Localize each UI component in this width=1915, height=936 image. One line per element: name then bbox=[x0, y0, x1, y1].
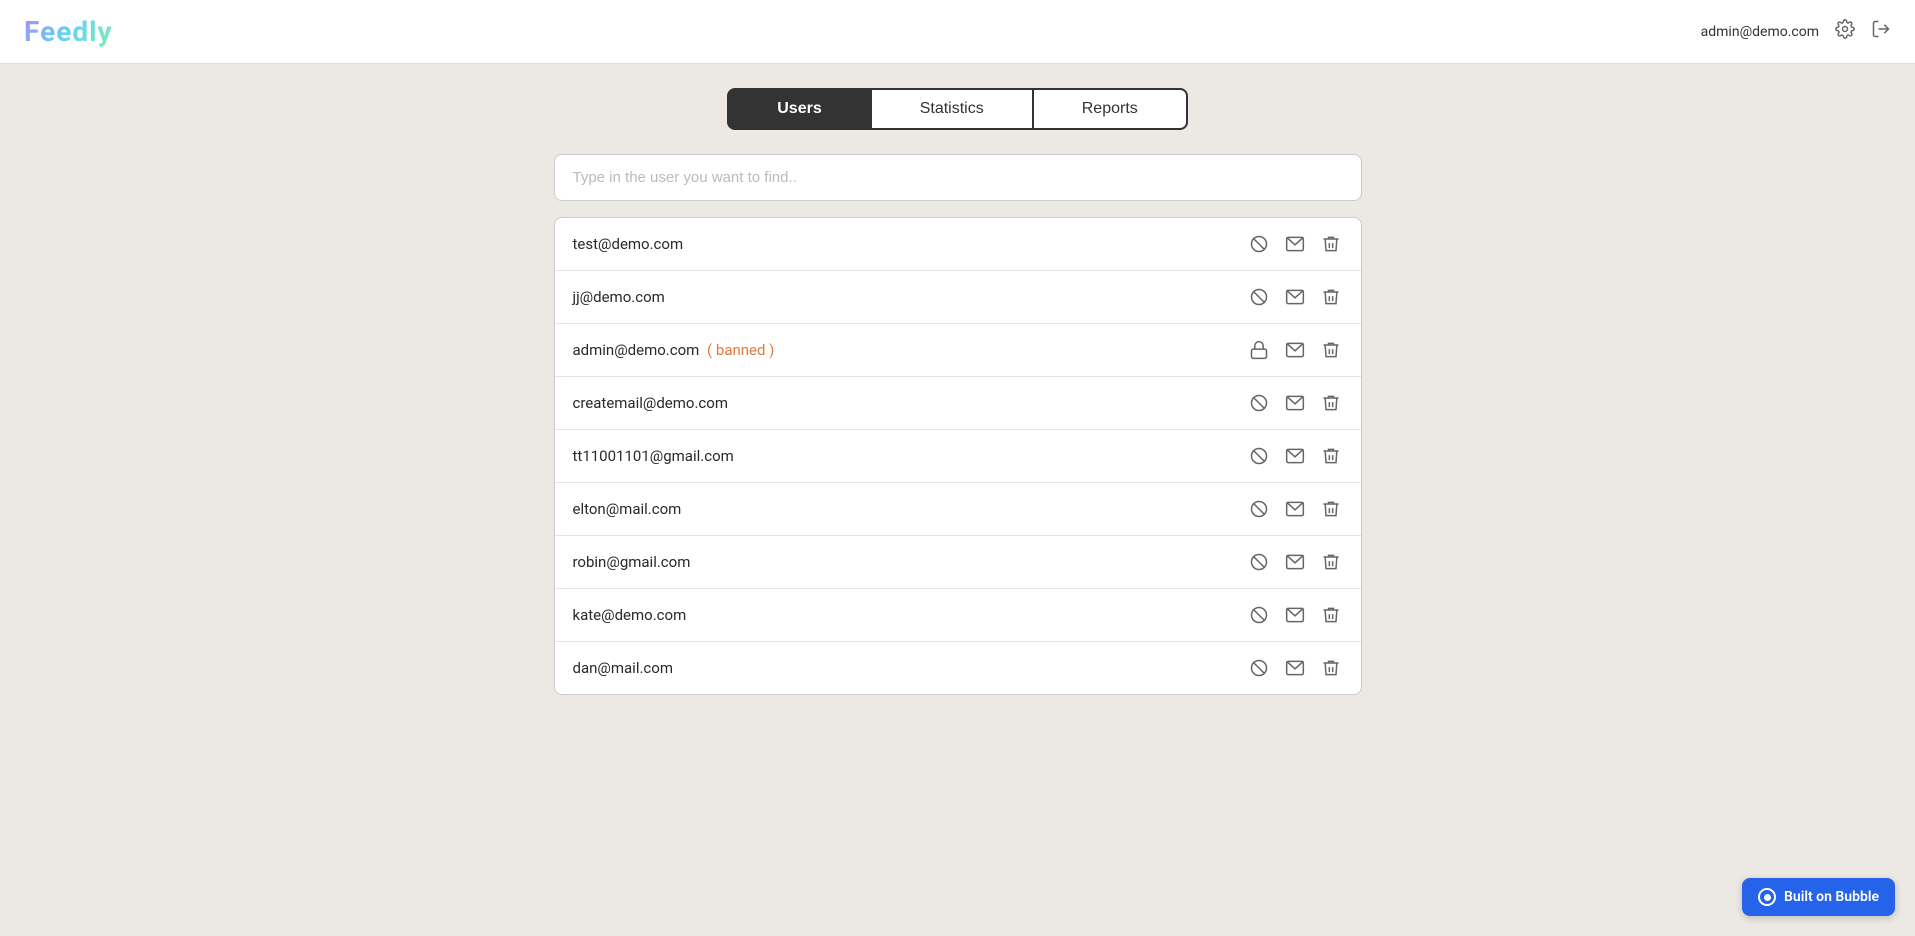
delete-icon[interactable] bbox=[1319, 550, 1343, 574]
email-icon[interactable] bbox=[1283, 285, 1307, 309]
delete-icon[interactable] bbox=[1319, 285, 1343, 309]
table-row: createmail@demo.com bbox=[555, 377, 1361, 430]
email-icon[interactable] bbox=[1283, 603, 1307, 627]
table-row: kate@demo.com bbox=[555, 589, 1361, 642]
email-icon[interactable] bbox=[1283, 338, 1307, 362]
app-logo: Feedly bbox=[24, 15, 113, 48]
delete-icon[interactable] bbox=[1319, 656, 1343, 680]
tab-reports[interactable]: Reports bbox=[1034, 88, 1188, 130]
email-icon[interactable] bbox=[1283, 656, 1307, 680]
banned-label: ( banned ) bbox=[707, 341, 774, 359]
delete-icon[interactable] bbox=[1319, 391, 1343, 415]
delete-icon[interactable] bbox=[1319, 497, 1343, 521]
tab-users[interactable]: Users bbox=[727, 88, 871, 130]
settings-icon[interactable] bbox=[1835, 19, 1855, 45]
logout-icon[interactable] bbox=[1871, 19, 1891, 45]
ban-icon[interactable] bbox=[1247, 497, 1271, 521]
bubble-dot bbox=[1764, 894, 1771, 901]
header: Feedly admin@demo.com bbox=[0, 0, 1915, 64]
search-input[interactable] bbox=[555, 155, 1361, 200]
ban-icon[interactable] bbox=[1247, 285, 1271, 309]
user-actions bbox=[1247, 444, 1343, 468]
user-email: robin@gmail.com bbox=[573, 553, 691, 571]
email-icon[interactable] bbox=[1283, 444, 1307, 468]
bubble-badge-label: Built on Bubble bbox=[1784, 889, 1879, 905]
tab-statistics[interactable]: Statistics bbox=[872, 88, 1034, 130]
user-actions bbox=[1247, 497, 1343, 521]
user-email: createmail@demo.com bbox=[573, 394, 729, 412]
ban-icon[interactable] bbox=[1247, 391, 1271, 415]
ban-icon[interactable] bbox=[1247, 603, 1271, 627]
email-icon[interactable] bbox=[1283, 550, 1307, 574]
table-row: tt11001101@gmail.com bbox=[555, 430, 1361, 483]
nav-tabs: Users Statistics Reports bbox=[0, 88, 1915, 130]
user-email: jj@demo.com bbox=[573, 288, 665, 306]
lock-icon[interactable] bbox=[1247, 338, 1271, 362]
ban-icon[interactable] bbox=[1247, 656, 1271, 680]
user-actions bbox=[1247, 656, 1343, 680]
table-row: jj@demo.com bbox=[555, 271, 1361, 324]
ban-icon[interactable] bbox=[1247, 232, 1271, 256]
table-row: admin@demo.com ( banned ) bbox=[555, 324, 1361, 377]
user-actions bbox=[1247, 338, 1343, 362]
user-list: test@demo.com jj@demo.com bbox=[554, 217, 1362, 695]
user-email: admin@demo.com ( banned ) bbox=[573, 341, 775, 359]
ban-icon[interactable] bbox=[1247, 550, 1271, 574]
user-actions bbox=[1247, 550, 1343, 574]
table-row: dan@mail.com bbox=[555, 642, 1361, 694]
user-email: kate@demo.com bbox=[573, 606, 687, 624]
user-email: elton@mail.com bbox=[573, 500, 682, 518]
main-content: test@demo.com jj@demo.com bbox=[538, 154, 1378, 695]
email-icon[interactable] bbox=[1283, 497, 1307, 521]
search-wrapper bbox=[554, 154, 1362, 201]
user-actions bbox=[1247, 391, 1343, 415]
ban-icon[interactable] bbox=[1247, 444, 1271, 468]
delete-icon[interactable] bbox=[1319, 232, 1343, 256]
user-actions bbox=[1247, 603, 1343, 627]
table-row: elton@mail.com bbox=[555, 483, 1361, 536]
user-email: dan@mail.com bbox=[573, 659, 674, 677]
delete-icon[interactable] bbox=[1319, 444, 1343, 468]
delete-icon[interactable] bbox=[1319, 338, 1343, 362]
table-row: test@demo.com bbox=[555, 218, 1361, 271]
user-email: tt11001101@gmail.com bbox=[573, 447, 734, 465]
delete-icon[interactable] bbox=[1319, 603, 1343, 627]
email-icon[interactable] bbox=[1283, 232, 1307, 256]
bubble-badge[interactable]: Built on Bubble bbox=[1742, 878, 1895, 916]
admin-email: admin@demo.com bbox=[1701, 24, 1819, 40]
user-actions bbox=[1247, 232, 1343, 256]
table-row: robin@gmail.com bbox=[555, 536, 1361, 589]
bubble-logo-icon bbox=[1758, 888, 1776, 906]
header-right: admin@demo.com bbox=[1701, 19, 1891, 45]
email-icon[interactable] bbox=[1283, 391, 1307, 415]
user-email: test@demo.com bbox=[573, 235, 684, 253]
user-actions bbox=[1247, 285, 1343, 309]
